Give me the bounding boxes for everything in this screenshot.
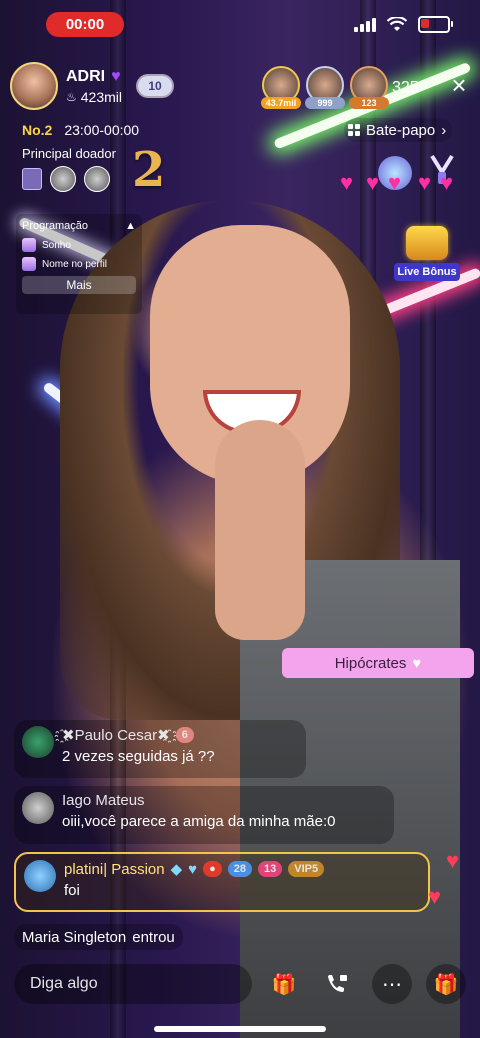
highlight-message[interactable]: Hipócrates ♥	[282, 648, 474, 678]
commenter-avatar[interactable]	[22, 792, 54, 824]
fan-badge-value: 13	[263, 863, 277, 875]
host-fans: 423mil	[80, 88, 123, 105]
gift-icon[interactable]: 🎁	[426, 964, 466, 1004]
flame-icon: ♨	[66, 89, 77, 104]
host-level-badge: 10	[138, 76, 172, 96]
host-name: ADRI	[66, 67, 106, 85]
fan-badge: 13	[257, 861, 283, 877]
battery-icon	[418, 16, 453, 33]
wifi-icon	[387, 17, 407, 31]
highlight-message-text: Hipócrates	[334, 654, 407, 672]
phone-camera-icon	[328, 975, 347, 992]
grid-icon	[348, 124, 360, 136]
chevron-right-icon: ›	[441, 121, 447, 139]
rank-time-range: 23:00-00:00	[64, 122, 140, 138]
program-title: Programação	[22, 220, 89, 232]
host-level: 10	[148, 79, 162, 93]
top-viewer-avatar[interactable]: 999	[305, 66, 345, 109]
chat-comment[interactable]: Iago Mateus oiii,você parece a amiga da …	[14, 786, 394, 844]
chat-button[interactable]: Bate-papo ›	[344, 118, 453, 142]
diamond-icon: ◆	[170, 861, 183, 878]
program-item-icon	[22, 257, 36, 271]
treasure-chest-icon	[406, 226, 448, 260]
gift-box-icon[interactable]: 🎁	[264, 964, 304, 1004]
live-bonus-label: Live Bônus	[394, 263, 460, 281]
floating-heart-icon: ♥	[428, 884, 442, 909]
commenter-name: Iago Mateus	[62, 792, 145, 809]
donor-avatar[interactable]	[50, 166, 76, 192]
cellular-signal-icon	[354, 17, 376, 32]
recording-time: 00:00	[65, 16, 105, 33]
heart-icon: ♥	[188, 860, 198, 878]
chat-button-label: Bate-papo	[366, 121, 436, 139]
comment-text: foi	[64, 882, 80, 899]
host-avatar[interactable]	[10, 62, 58, 110]
close-icon[interactable]: ×	[448, 72, 470, 98]
level-badge-value: 6	[181, 729, 188, 741]
program-more-button[interactable]: Mais	[22, 276, 136, 294]
collapse-icon[interactable]: ▲	[125, 220, 136, 232]
level-badge-value: 28	[233, 863, 246, 875]
home-indicator[interactable]	[154, 1026, 326, 1032]
vip-badge: VIP5	[288, 861, 325, 877]
join-name: Maria Singleton	[22, 928, 127, 946]
comment-input[interactable]: Diga algo	[14, 964, 252, 1004]
commenter-avatar[interactable]	[24, 860, 56, 892]
comment-text: 2 vezes seguidas já ??	[62, 748, 215, 765]
top-viewer-avatar[interactable]: 123	[349, 66, 389, 109]
chat-comment[interactable]: ҈✖Paulo Cesar✖҈ 6 2 vezes seguidas já ??	[14, 720, 306, 778]
program-item-icon	[22, 238, 36, 252]
program-item[interactable]: Nome no perfil	[22, 257, 136, 271]
viewer-count[interactable]: 325	[392, 79, 419, 97]
comment-text: oiii,você parece a amiga da minha mãe:0	[62, 813, 336, 830]
program-item-label: Sonho	[42, 239, 71, 251]
badge-icon: ●	[203, 861, 222, 877]
chat-comment[interactable]: platini| Passion ◆ ♥ ● 28 13 VIP5 foi	[14, 852, 430, 912]
status-icons	[354, 16, 453, 33]
viewer-tag: 123	[349, 97, 389, 109]
commenter-name: platini| Passion	[64, 860, 165, 878]
commenter-avatar[interactable]	[22, 726, 54, 758]
viewer-tag: 999	[305, 97, 345, 109]
host-info[interactable]: ADRI ♥ ♨ 423mil	[10, 62, 122, 110]
program-item-label: Nome no perfil	[42, 258, 108, 270]
join-notice: Maria Singleton entrou	[14, 924, 183, 950]
donor-gift-icon	[22, 168, 42, 190]
level-badge: 28	[227, 861, 252, 877]
hearts-decoration: ♥ ♥ ♥ ♥ ♥	[340, 170, 454, 195]
top-donor-label: Principal doador	[22, 146, 116, 161]
floating-heart-icon: ♥	[446, 848, 460, 873]
commenter-name: ҈✖Paulo Cesar✖҈	[62, 727, 170, 744]
program-panel[interactable]: Programação ▲ Sonho Nome no perfil Mais	[16, 214, 142, 314]
live-stream-screen: 00:00 ADRI ♥ ♨ 423mil 10 43.7mil 999 123 3…	[0, 0, 480, 1038]
donor-avatar[interactable]	[84, 166, 110, 192]
top-viewer-avatar[interactable]: 43.7mil	[261, 66, 301, 109]
hour-rank[interactable]: No.2 23:00-00:00	[22, 122, 139, 138]
more-options-icon[interactable]: ⋯	[372, 964, 412, 1004]
donor-place-number: 2	[132, 142, 166, 198]
live-bonus[interactable]: Live Bônus	[394, 226, 460, 282]
recording-timer[interactable]: 00:00	[46, 12, 124, 37]
streamer-hands	[215, 420, 305, 640]
level-badge: 6	[175, 727, 194, 743]
video-call-icon[interactable]	[318, 964, 358, 1004]
purple-heart-icon: ♥	[111, 67, 121, 85]
join-action: entrou	[132, 928, 175, 946]
white-heart-icon: ♥	[412, 654, 422, 672]
program-item[interactable]: Sonho	[22, 238, 136, 252]
comment-input-placeholder: Diga algo	[30, 975, 98, 992]
top-viewers[interactable]: 43.7mil 999 123	[261, 66, 389, 109]
rank-position: No.2	[22, 122, 53, 138]
vip-badge-value: VIP5	[294, 863, 319, 875]
top-donors[interactable]	[22, 166, 110, 192]
viewer-tag: 43.7mil	[261, 97, 301, 109]
